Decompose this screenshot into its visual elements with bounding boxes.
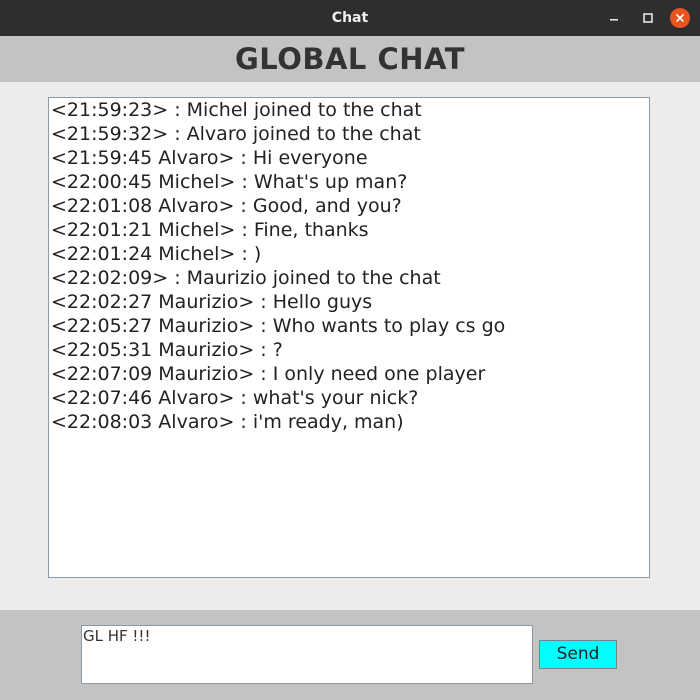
send-button[interactable]: Send (539, 640, 617, 669)
maximize-icon (643, 13, 653, 23)
composer-bar: Send (0, 610, 700, 700)
main-panel: <21:59:23> : Michel joined to the chat <2… (0, 82, 700, 610)
chat-message: <22:05:31 Maurizio> : ? (51, 339, 283, 361)
chat-message-list: <21:59:23> : Michel joined to the chat <2… (51, 98, 649, 434)
close-button[interactable] (669, 7, 691, 29)
chat-message: <22:07:09 Maurizio> : I only need one pl… (51, 363, 486, 385)
chat-message: <22:02:09> : Maurizio joined to the chat (51, 267, 441, 289)
message-input[interactable] (81, 625, 533, 684)
chat-message: <22:01:08 Alvaro> : Good, and you? (51, 195, 402, 217)
chat-message: <22:01:24 Michel> : ) (51, 243, 262, 265)
minimize-button[interactable] (603, 7, 625, 29)
minimize-icon (610, 19, 618, 21)
chat-message: <21:59:23> : Michel joined to the chat (51, 99, 422, 121)
maximize-button[interactable] (637, 7, 659, 29)
window-title: Chat (331, 10, 369, 26)
window-titlebar: Chat (0, 0, 700, 36)
chat-message: <22:00:45 Michel> : What's up man? (51, 171, 408, 193)
chat-message: <21:59:32> : Alvaro joined to the chat (51, 123, 421, 145)
close-icon (676, 14, 684, 22)
page-title: GLOBAL CHAT (234, 42, 466, 76)
chat-message: <22:01:21 Michel> : Fine, thanks (51, 219, 369, 241)
chat-message: <22:02:27 Maurizio> : Hello guys (51, 291, 373, 313)
chat-message: <22:07:46 Alvaro> : what's your nick? (51, 387, 419, 409)
chat-message: <21:59:45 Alvaro> : Hi everyone (51, 147, 368, 169)
close-button-circle (670, 8, 690, 28)
chat-message: <22:08:03 Alvaro> : i'm ready, man) (51, 411, 404, 433)
chat-message: <22:05:27 Maurizio> : Who wants to play … (51, 315, 506, 337)
chat-log[interactable]: <21:59:23> : Michel joined to the chat <2… (48, 97, 650, 578)
chat-header: GLOBAL CHAT (0, 36, 700, 82)
